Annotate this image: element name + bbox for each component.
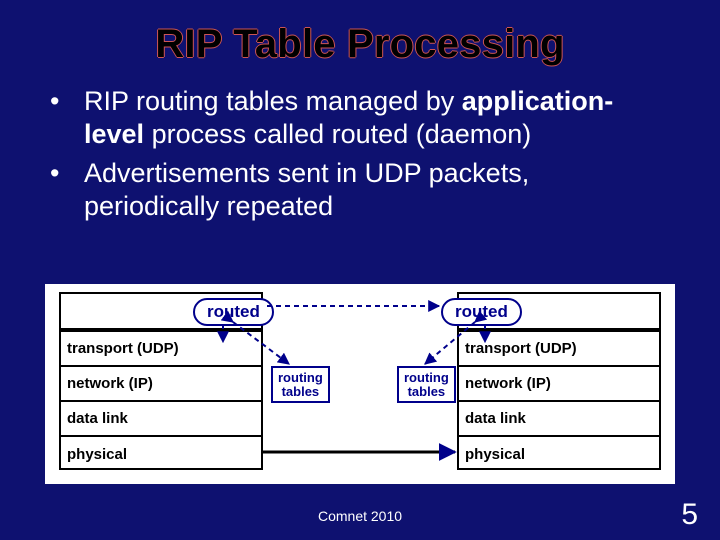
page-number: 5 [681, 498, 698, 532]
bullet-dot: • [40, 85, 84, 151]
layer-datalink: data link [61, 402, 261, 437]
stack-right: transport (UDP) network (IP) data link p… [457, 330, 661, 470]
routing-tables-left: routing tables [271, 366, 330, 403]
footer-text: Comnet 2010 [0, 508, 720, 524]
bullet-item: • RIP routing tables managed by applicat… [40, 85, 660, 151]
layer-network: network (IP) [459, 367, 659, 402]
routed-pill-right: routed [441, 298, 522, 326]
routing-tables-right: routing tables [397, 366, 456, 403]
slide-title: RIP Table Processing [0, 0, 720, 67]
layer-network: network (IP) [61, 367, 261, 402]
layer-physical: physical [61, 437, 261, 472]
layer-physical: physical [459, 437, 659, 472]
bullet-list: • RIP routing tables managed by applicat… [0, 67, 720, 223]
routed-pill-left: routed [193, 298, 274, 326]
bullet-text: RIP routing tables managed by applicatio… [84, 85, 660, 151]
stack-left: transport (UDP) network (IP) data link p… [59, 330, 263, 470]
layer-transport: transport (UDP) [459, 332, 659, 367]
slide: RIP Table Processing • RIP routing table… [0, 0, 720, 540]
diagram: transport (UDP) network (IP) data link p… [45, 284, 675, 484]
bullet-text: Advertisements sent in UDP packets, peri… [84, 157, 660, 223]
layer-datalink: data link [459, 402, 659, 437]
layer-transport: transport (UDP) [61, 332, 261, 367]
bullet-item: • Advertisements sent in UDP packets, pe… [40, 157, 660, 223]
bullet-dot: • [40, 157, 84, 223]
